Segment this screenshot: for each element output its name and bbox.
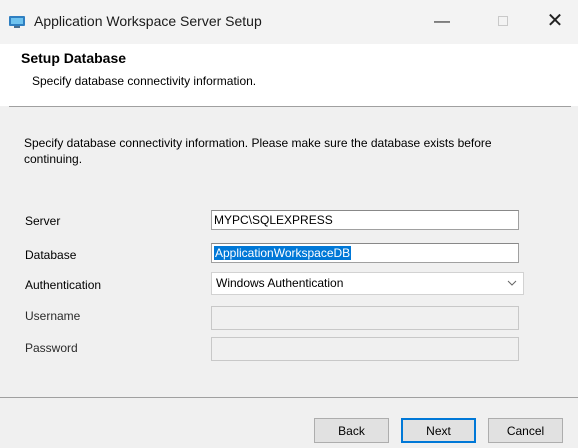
username-input: [211, 306, 519, 330]
back-button[interactable]: Back: [314, 418, 389, 443]
header-divider: [9, 106, 571, 107]
close-button[interactable]: ✕: [540, 10, 570, 34]
authentication-select[interactable]: Windows Authentication: [211, 272, 524, 295]
authentication-value: Windows Authentication: [216, 276, 344, 290]
page-subtitle: Specify database connectivity informatio…: [32, 74, 257, 88]
server-value: MYPC\SQLEXPRESS: [214, 213, 333, 227]
page-title: Setup Database: [21, 50, 127, 66]
maximize-button[interactable]: [488, 10, 518, 34]
title-bar[interactable]: Application Workspace Server Setup — ✕: [0, 0, 578, 44]
password-input: [211, 337, 519, 361]
database-value: ApplicationWorkspaceDB: [214, 246, 352, 260]
server-input[interactable]: MYPC\SQLEXPRESS: [211, 210, 519, 230]
database-label: Database: [25, 248, 77, 262]
cancel-button[interactable]: Cancel: [488, 418, 563, 443]
app-icon: [9, 15, 25, 29]
username-label: Username: [25, 309, 81, 323]
minimize-button[interactable]: —: [427, 10, 457, 34]
maximize-icon: [498, 16, 508, 26]
intro-text: Specify database connectivity informatio…: [24, 136, 492, 166]
database-input[interactable]: ApplicationWorkspaceDB: [211, 243, 519, 263]
window-title: Application Workspace Server Setup: [34, 13, 262, 29]
password-label: Password: [25, 341, 78, 355]
next-button[interactable]: Next: [401, 418, 476, 443]
server-label: Server: [25, 214, 61, 228]
setup-window: Application Workspace Server Setup — ✕ S…: [0, 0, 578, 448]
chevron-down-icon: [507, 273, 517, 302]
authentication-label: Authentication: [25, 278, 102, 292]
